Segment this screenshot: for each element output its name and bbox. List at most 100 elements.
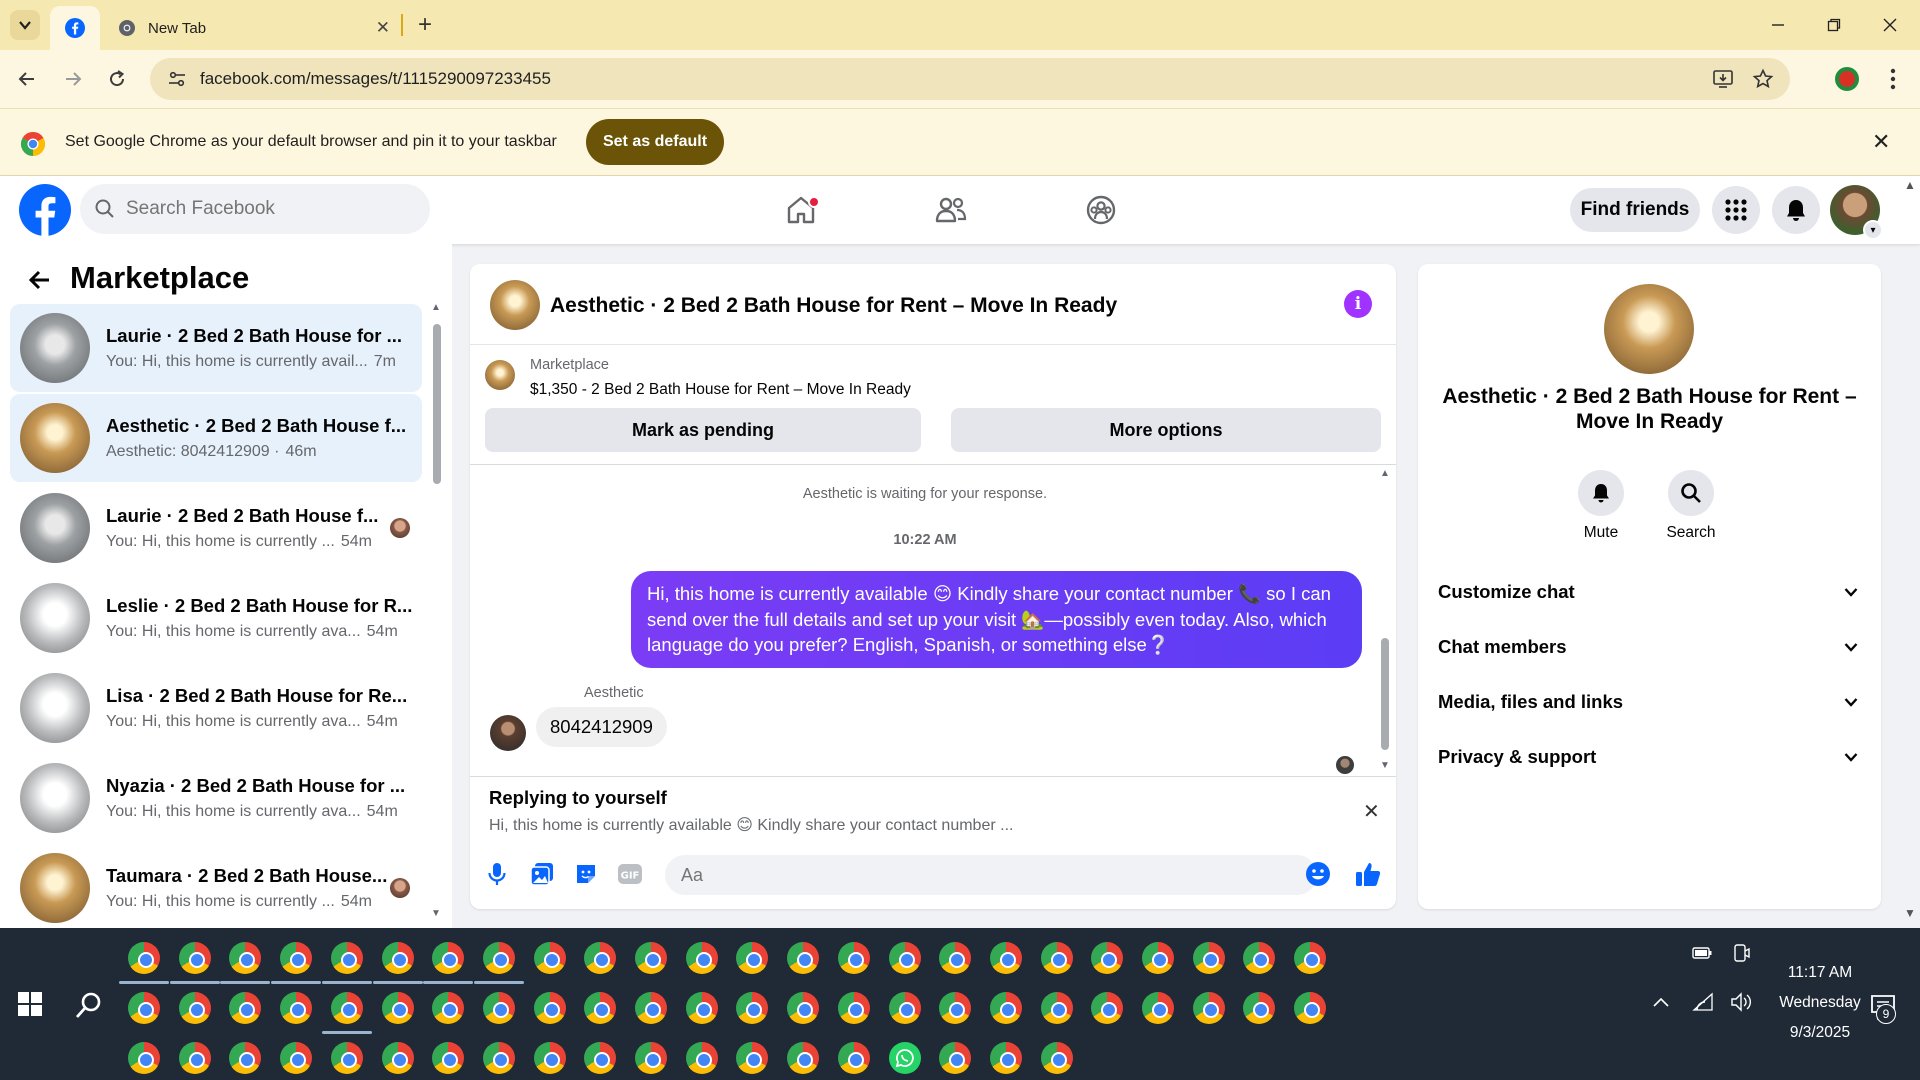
sticker-button[interactable] [572,860,600,888]
install-app-icon[interactable] [1712,68,1734,90]
site-info-button[interactable] [162,64,192,94]
search-in-conversation-button[interactable] [1668,470,1714,516]
close-infobar-icon[interactable]: ✕ [1872,129,1890,155]
chrome-profile-icon[interactable] [939,1042,972,1074]
sidebar-scrollbar-thumb[interactable] [433,324,441,484]
find-friends-button[interactable]: Find friends [1570,188,1700,232]
chrome-profile-icon[interactable] [837,992,870,1024]
thread-scrollbar[interactable]: ▲ ▼ [1380,468,1390,776]
chrome-profile-icon[interactable] [330,942,363,974]
chrome-profile-icon[interactable] [1294,992,1327,1024]
chrome-profile-icon[interactable] [128,942,160,974]
conversation-item[interactable]: Aesthetic · 2 Bed 2 Bath House f... Aesth… [10,394,422,482]
chrome-profile-icon[interactable] [989,942,1022,974]
incoming-message[interactable]: 8042412909 [536,707,667,747]
scroll-up-arrow[interactable]: ▲ [431,302,441,313]
more-options-button[interactable]: More options [951,408,1381,452]
chrome-profile-icon[interactable] [381,1042,414,1074]
chrome-profile-icon[interactable] [1040,992,1073,1024]
chat-title[interactable]: Aesthetic · 2 Bed 2 Bath House for Rent … [550,294,1117,318]
conversation-item[interactable]: Laurie · 2 Bed 2 Bath House f... You: Hi,… [10,484,422,572]
chrome-profile-icon[interactable] [584,1042,617,1074]
section-customize-chat[interactable]: Customize chat [1438,570,1861,614]
chrome-profile-icon[interactable] [128,1042,160,1074]
thread-scroll-down-arrow[interactable]: ▼ [1380,760,1390,771]
thread-scrollbar-thumb[interactable] [1381,638,1389,750]
chrome-profile-icon[interactable] [1192,992,1225,1024]
windows-start-icon[interactable] [18,992,42,1016]
chrome-profile-icon[interactable] [1091,942,1124,974]
chrome-profile-icon[interactable] [330,1042,363,1074]
emoji-button[interactable] [1304,860,1332,888]
chevron-up-icon[interactable] [1652,996,1670,1008]
listing-avatar-large[interactable] [1604,284,1694,374]
chrome-profile-icon[interactable] [1091,992,1124,1024]
tab-new-tab[interactable]: New Tab ✕ [108,6,398,50]
notifications-button[interactable] [1772,186,1820,234]
section-chat-members[interactable]: Chat members [1438,625,1861,669]
chrome-profile-icon[interactable] [1243,942,1276,974]
close-tab-icon[interactable]: ✕ [376,18,390,38]
thread-scroll-up-arrow[interactable]: ▲ [1380,468,1390,479]
chrome-profile-icon[interactable] [482,1042,515,1074]
chrome-profile-icon[interactable] [381,942,414,974]
chrome-profile-icon[interactable] [939,942,972,974]
chrome-profile-icon[interactable] [685,992,718,1024]
conversation-item[interactable]: Taumara · 2 Bed 2 Bath House... You: Hi, … [10,844,422,932]
profile-button[interactable] [1830,62,1864,96]
reload-button[interactable] [100,62,134,96]
chrome-profile-icon[interactable] [229,942,262,974]
taskbar-search-icon[interactable] [74,990,104,1020]
chrome-profile-icon[interactable] [1294,942,1327,974]
restore-button[interactable] [1814,8,1854,42]
menu-button[interactable] [1712,186,1760,234]
sidebar-scrollbar[interactable]: ▲ ▼ [431,302,441,919]
chrome-profile-icon[interactable] [1040,1042,1073,1074]
battery-icon[interactable] [1692,946,1712,960]
chat-header-avatar[interactable] [490,280,540,330]
chrome-profile-icon[interactable] [533,942,566,974]
chrome-profile-icon[interactable] [685,942,718,974]
conversation-item[interactable]: Nyazia · 2 Bed 2 Bath House for ... You: … [10,754,422,842]
chrome-profile-icon[interactable] [635,942,667,974]
listing-thumbnail[interactable] [485,360,515,390]
chrome-profile-icon[interactable] [432,1042,465,1074]
chrome-profile-icon[interactable] [584,942,617,974]
address-bar[interactable]: facebook.com/messages/t/1115290097233455 [150,58,1790,100]
chrome-profile-icon[interactable] [280,942,313,974]
chrome-profile-icon[interactable] [482,942,515,974]
chrome-profile-icon[interactable] [584,992,617,1024]
chrome-profile-icon[interactable] [989,992,1022,1024]
chrome-profile-icon[interactable] [939,992,972,1024]
mark-as-pending-button[interactable]: Mark as pending [485,408,921,452]
chrome-profile-icon[interactable] [178,942,211,974]
nav-groups[interactable] [1046,184,1156,236]
tab-facebook[interactable] [50,6,100,50]
mute-action[interactable]: Mute [1561,470,1641,542]
account-chevron-down-icon[interactable]: ▾ [1863,220,1883,240]
conversation-info-icon[interactable]: i [1344,290,1372,318]
chrome-profile-icon[interactable] [432,942,465,974]
close-window-button[interactable] [1870,8,1910,42]
chrome-profile-icon[interactable] [635,992,667,1024]
chrome-profile-icon[interactable] [533,1042,566,1074]
chrome-profile-icon[interactable] [736,992,769,1024]
conversation-item[interactable]: Laurie · 2 Bed 2 Bath House for ... You: … [10,304,422,392]
conversation-item[interactable]: Leslie · 2 Bed 2 Bath House for R... You:… [10,574,422,662]
chrome-menu-button[interactable] [1876,62,1910,96]
bookmark-star-icon[interactable] [1752,68,1774,90]
chrome-profile-icon[interactable] [837,1042,870,1074]
chrome-profile-icon[interactable] [1142,992,1174,1024]
cancel-reply-icon[interactable]: ✕ [1363,799,1380,824]
forward-button[interactable] [56,62,90,96]
chrome-profile-icon[interactable] [736,942,769,974]
chrome-profile-icon[interactable] [432,992,465,1024]
facebook-search[interactable] [80,184,430,234]
nav-friends[interactable] [896,184,1006,236]
minimize-button[interactable] [1758,8,1798,42]
new-tab-button[interactable]: + [410,10,440,40]
chrome-profile-icon[interactable] [381,992,414,1024]
chrome-profile-icon[interactable] [736,1042,769,1074]
gif-button[interactable]: GIF [616,860,644,888]
search-input[interactable] [126,198,406,220]
